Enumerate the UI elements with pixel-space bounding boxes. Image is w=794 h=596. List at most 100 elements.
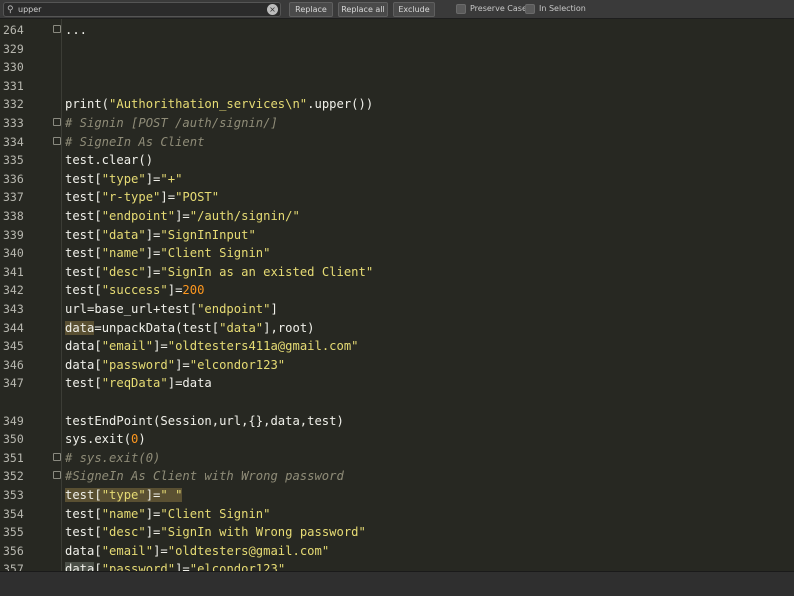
line-number: 356 (3, 543, 24, 558)
code-text: #SigneIn As Client with Wrong password (65, 469, 344, 484)
code-text: url=base_url+test["endpoint"] (65, 302, 278, 316)
code-line[interactable]: 354 test["name"]="Client Signin" (0, 505, 794, 524)
line-number: 336 (3, 171, 24, 186)
line-number: 343 (3, 302, 24, 316)
in-selection-label: In Selection (539, 4, 586, 13)
code-line[interactable]: 339 test["data"]="SignInInput" (0, 226, 794, 245)
code-line[interactable] (0, 393, 794, 412)
preserve-case-checkbox[interactable] (456, 4, 466, 14)
replace-button[interactable]: Replace (289, 2, 333, 17)
line-number: 337 (3, 190, 24, 205)
fold-marker-icon[interactable] (53, 136, 61, 145)
code-editor[interactable]: 264... 329 330 331 332 print("Authorithation_… (0, 19, 794, 571)
code-line[interactable]: 352 #SigneIn As Client with Wrong passwor… (0, 467, 794, 486)
code-text: ... (65, 23, 88, 37)
clear-icon[interactable]: × (267, 4, 278, 15)
line-number: 341 (3, 264, 24, 279)
code-line[interactable]: 345 data["email"]="oldtesters411a@gmail.c… (0, 337, 794, 356)
line-number: 346 (3, 357, 24, 372)
line-number: 330 (3, 60, 24, 75)
code-line[interactable]: 355 test["desc"]="SignIn with Wrong passw… (0, 523, 794, 542)
code-text: test["name"]="Client Signin" (65, 506, 271, 521)
code-line[interactable]: 331 (0, 77, 794, 96)
code-text: test["success"]=200 (65, 283, 205, 298)
code-text: data["password"]="elcondor123" (65, 560, 285, 571)
line-number: 349 (3, 413, 24, 428)
code-text: test["name"]="Client Signin" (65, 246, 271, 261)
code-line[interactable]: 351 # sys.exit(0) (0, 449, 794, 468)
code-text: data["email"]="oldtesters411a@gmail.com" (65, 339, 359, 354)
code-text: test["r-type"]="POST" (65, 190, 220, 205)
code-line[interactable]: 357 data["password"]="elcondor123" (0, 560, 794, 571)
code-line[interactable]: 337 test["r-type"]="POST" (0, 188, 794, 207)
line-number: 264 (3, 23, 24, 37)
line-number: 342 (3, 283, 24, 298)
code-line[interactable]: 350 sys.exit(0) (0, 430, 794, 449)
code-text: # SigneIn As Client (65, 134, 205, 149)
find-input[interactable] (18, 3, 264, 16)
line-number: 339 (3, 227, 24, 242)
code-text: test["desc"]="SignIn as an existed Clien… (65, 264, 374, 279)
fold-marker-icon[interactable] (53, 25, 61, 33)
exclude-button[interactable]: Exclude (393, 2, 435, 17)
code-line[interactable]: 338 test["endpoint"]="/auth/signin/" (0, 207, 794, 226)
find-replace-bar: ⚲ × Replace Replace all Exclude Preserve… (0, 0, 794, 19)
fold-marker-icon[interactable] (53, 452, 61, 461)
code-text: test["type"]=" " (65, 488, 183, 502)
line-number: 344 (3, 320, 24, 335)
line-number: 355 (3, 525, 24, 540)
code-line[interactable]: 335 test.clear() (0, 151, 794, 170)
code-text: data["password"]="elcondor123" (65, 357, 286, 372)
code-text: test["desc"]="SignIn with Wrong password… (65, 525, 366, 540)
code-text: data=unpackData(test["data"],root) (65, 320, 315, 335)
code-line[interactable]: 343 url=base_url+test["endpoint"] (0, 300, 794, 319)
line-number: 347 (3, 376, 24, 391)
code-line[interactable]: 341 test["desc"]="SignIn as an existed Cl… (0, 263, 794, 282)
code-line[interactable]: 330 (0, 58, 794, 77)
code-line[interactable]: 332 print("Authorithation_services\n".upp… (0, 95, 794, 114)
code-text: # sys.exit(0) (65, 450, 161, 465)
code-line[interactable]: 333 # Signin [POST /auth/signin/] (0, 114, 794, 133)
line-number: 351 (3, 450, 24, 465)
search-icon: ⚲ (7, 5, 14, 15)
code-line[interactable]: 344 data=unpackData(test["data"],root) (0, 319, 794, 338)
code-text: testEndPoint(Session,url,{},data,test) (65, 413, 344, 428)
code-line[interactable]: 336 test["type"]="+" (0, 170, 794, 189)
code-line[interactable]: 340 test["name"]="Client Signin" (0, 244, 794, 263)
replace-all-button[interactable]: Replace all (338, 2, 388, 17)
fold-marker-icon[interactable] (53, 471, 61, 480)
line-number: 353 (3, 488, 24, 502)
line-number: 354 (3, 506, 24, 521)
code-line[interactable]: 346 data["password"]="elcondor123" (0, 356, 794, 375)
code-text: test["data"]="SignInInput" (65, 227, 256, 242)
fold-marker-icon[interactable] (53, 118, 61, 126)
code-line[interactable]: 264... (0, 21, 794, 40)
code-line[interactable]: 353 test["type"]=" " (0, 486, 794, 505)
find-input-box[interactable]: ⚲ × (3, 2, 281, 17)
line-number: 352 (3, 469, 24, 484)
line-number: 331 (3, 78, 24, 93)
code-text: test.clear() (65, 153, 154, 168)
code-text: test["endpoint"]="/auth/signin/" (65, 209, 300, 223)
code-text: test["type"]="+" (65, 171, 183, 186)
line-number: 329 (3, 41, 24, 56)
code-text: print("Authorithation_services\n".upper(… (65, 97, 374, 112)
line-number: 350 (3, 432, 24, 447)
code-line[interactable]: 349 testEndPoint(Session,url,{},data,test… (0, 412, 794, 431)
line-number: 345 (3, 339, 24, 354)
code-line[interactable]: 334 # SigneIn As Client (0, 133, 794, 152)
code-line[interactable]: 347 test["reqData"]=data (0, 374, 794, 393)
code-text: data["email"]="oldtesters@gmail.com" (65, 543, 330, 558)
line-number: 333 (3, 116, 24, 130)
line-number: 335 (3, 153, 24, 168)
in-selection-checkbox[interactable] (525, 4, 535, 14)
code-text: # Signin [POST /auth/signin/] (65, 116, 278, 130)
code-line[interactable]: 342 test["success"]=200 (0, 281, 794, 300)
code-line[interactable]: 356 data["email"]="oldtesters@gmail.com" (0, 542, 794, 561)
code-line[interactable]: 329 (0, 40, 794, 59)
line-number: 357 (3, 562, 24, 571)
line-number: 340 (3, 246, 24, 261)
code-text: sys.exit(0) (65, 432, 146, 447)
code-text: test["reqData"]=data (65, 376, 212, 391)
line-number: 332 (3, 97, 24, 112)
